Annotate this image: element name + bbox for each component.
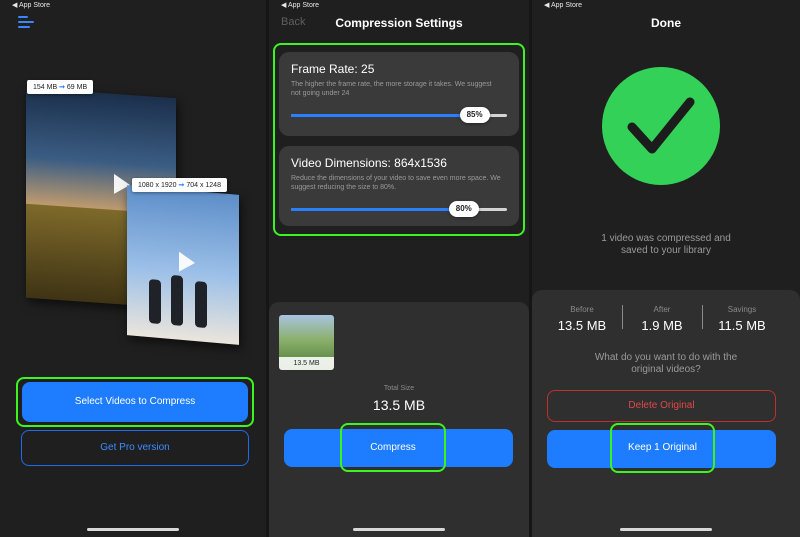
before-label: Before: [570, 305, 594, 314]
compression-summary-sheet: 13.5 MB Total Size 13.5 MB: [269, 302, 529, 537]
after-value: 1.9 MB: [641, 318, 683, 333]
get-pro-button[interactable]: Get Pro version: [21, 430, 249, 466]
play-icon: [179, 251, 195, 274]
dimension-reduction-tag: 1080 x 1920 ➞ 704 x 1248: [132, 178, 227, 192]
home-indicator[interactable]: [620, 528, 712, 531]
tag-to-size: 69 MB: [66, 84, 88, 91]
frame-rate-card: Frame Rate: 25 The higher the frame rate…: [279, 52, 519, 136]
video-dimensions-card: Video Dimensions: 864x1536 Reduce the di…: [279, 146, 519, 226]
compression-message: 1 video was compressed and saved to your…: [532, 233, 800, 257]
success-checkmark-icon: [602, 67, 720, 185]
savings-label: Savings: [727, 305, 757, 314]
frame-rate-slider-fill: [291, 114, 475, 117]
home-indicator[interactable]: [353, 528, 445, 531]
stat-divider: [702, 305, 703, 329]
page-title[interactable]: Done: [532, 16, 800, 30]
hamburger-icon[interactable]: [18, 16, 34, 31]
stat-divider: [622, 305, 623, 329]
frame-rate-title: Frame Rate: 25: [291, 62, 375, 76]
size-reduction-tag: 154 MB ➞ 69 MB: [27, 80, 94, 94]
status-bar-back[interactable]: ◀ App Store: [544, 1, 582, 9]
savings-value: 11.5 MB: [718, 318, 766, 333]
video-dimensions-slider-knob[interactable]: 80%: [448, 201, 479, 217]
frame-rate-description: The higher the frame rate, the more stor…: [291, 81, 492, 97]
after-label: After: [653, 305, 671, 314]
status-bar-back[interactable]: ◀ App Store: [281, 1, 319, 9]
original-videos-question: What do you want to do with the original…: [532, 352, 800, 376]
status-bar-back[interactable]: ◀ App Store: [12, 1, 50, 9]
frame-rate-slider-knob[interactable]: 85%: [459, 107, 490, 123]
home-indicator[interactable]: [87, 528, 179, 531]
before-value: 13.5 MB: [557, 318, 607, 333]
video-thumbnail[interactable]: 13.5 MB: [279, 315, 334, 370]
question-line: original videos?: [631, 364, 701, 375]
video-dimensions-slider[interactable]: 80%: [291, 201, 507, 217]
page-title: Compression Settings: [335, 16, 463, 30]
delete-original-button[interactable]: Delete Original: [547, 390, 776, 422]
done-screen: ◀ App Store Done 1 video was compressed …: [532, 0, 800, 537]
total-size-label: Total Size: [383, 385, 415, 392]
question-line: What do you want to do with the: [594, 352, 738, 363]
select-videos-screen: ◀ App Store 154 MB ➞ 69 MB 1080 x 1920 ➞…: [0, 0, 266, 537]
keep-original-button-label[interactable]: Keep 1 Original: [610, 423, 715, 473]
tag-to-dimension: 704 x 1248: [186, 182, 221, 189]
total-size-value: 13.5 MB: [372, 397, 426, 413]
select-videos-button[interactable]: Select Videos to Compress: [22, 382, 248, 422]
tag-from-size: 154 MB: [33, 84, 58, 91]
arrow-right-icon: ➞: [59, 84, 65, 91]
thumbnail-size-label: 13.5 MB: [279, 357, 334, 370]
compression-settings-screen: ◀ App Store Back Compression Settings Fr…: [269, 0, 529, 537]
message-line: 1 video was compressed and: [601, 233, 731, 244]
video-dimensions-title: Video Dimensions: 864x1536: [291, 156, 447, 170]
arrow-right-icon: ➞: [178, 182, 185, 189]
sample-photo-jumping: [127, 185, 239, 345]
video-dimensions-description: Reduce the dimensions of your video to s…: [291, 175, 501, 191]
frame-rate-slider[interactable]: 85%: [291, 107, 507, 123]
compress-button-label[interactable]: Compress: [340, 423, 446, 472]
message-line: saved to your library: [620, 245, 712, 256]
tag-from-dimension: 1080 x 1920: [138, 182, 177, 189]
video-dimensions-slider-fill: [291, 208, 464, 211]
